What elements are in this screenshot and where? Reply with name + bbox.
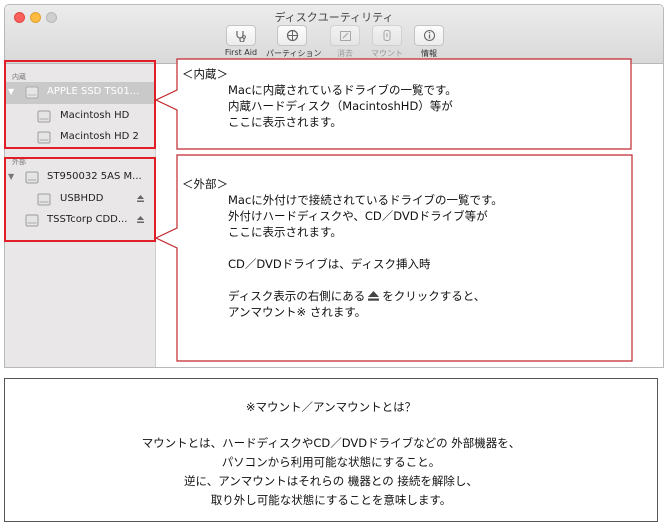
internal-highlight-box (4, 60, 156, 149)
mount-note-line: マウントとは、ハードディスクやCD／DVDドライブなどの 外部機器を、 (141, 436, 521, 450)
internal-callout-line: 内蔵ハードディスク（MacintoshHD）等が (228, 99, 453, 113)
window-title: ディスクユーティリティ (274, 11, 394, 24)
internal-callout-line: Macに内蔵されているドライブの一覧です。 (228, 83, 457, 97)
external-callout-line: アンマウント※ されます。 (228, 305, 367, 319)
eject-line-before: ディスク表示の右側にある (228, 289, 366, 303)
external-callout-line: Macに外付けで接続されているドライブの一覧です。 (228, 193, 503, 207)
mount-note-line: 逆に、アンマウントはそれらの 機器との 接続を解除し、 (184, 474, 478, 488)
internal-callout-text: ＜内蔵＞ Macに内蔵されているドライブの一覧です。 内蔵ハードディスク（Mac… (182, 66, 457, 130)
partition-button[interactable]: パーティション (266, 25, 322, 59)
external-callout-line: CD／DVDドライブは、ディスク挿入時 (228, 257, 431, 271)
external-callout-line: ここに表示されます。 (228, 225, 342, 239)
external-callout-heading: ＜外部＞ (182, 177, 228, 191)
internal-callout-heading: ＜内蔵＞ (182, 67, 228, 81)
erase-icon (339, 30, 351, 41)
first-aid-button[interactable]: First Aid (215, 25, 267, 57)
external-callout-eject-line: ディスク表示の右側にある をクリックすると、 (182, 288, 503, 304)
external-highlight-box (4, 157, 156, 242)
stethoscope-icon (236, 30, 246, 42)
info-icon (423, 29, 435, 42)
eject-line-after: をクリックすると、 (382, 289, 486, 303)
info-button[interactable]: 情報 (403, 25, 455, 59)
mount-icon (383, 30, 391, 41)
partition-icon (286, 29, 298, 42)
external-callout-line: 外付けハードディスクや、CD／DVDドライブ等が (228, 209, 488, 223)
internal-callout-line: ここに表示されます。 (228, 115, 342, 129)
mount-note-line: 取り外し可能な状態にすることを意味します。 (210, 493, 452, 507)
mount-note-box: ※マウント／アンマウントとは？ マウントとは、ハードディスクやCD／DVDドライ… (4, 378, 658, 522)
external-callout-text: ＜外部＞ Macに外付けで接続されているドライブの一覧です。 外付けハードディス… (182, 176, 503, 320)
mount-note-title: ※マウント／アンマウントとは？ (245, 400, 417, 414)
eject-icon (368, 291, 380, 301)
mount-note-line: パソコンから利用可能な状態にすること。 (221, 455, 441, 469)
